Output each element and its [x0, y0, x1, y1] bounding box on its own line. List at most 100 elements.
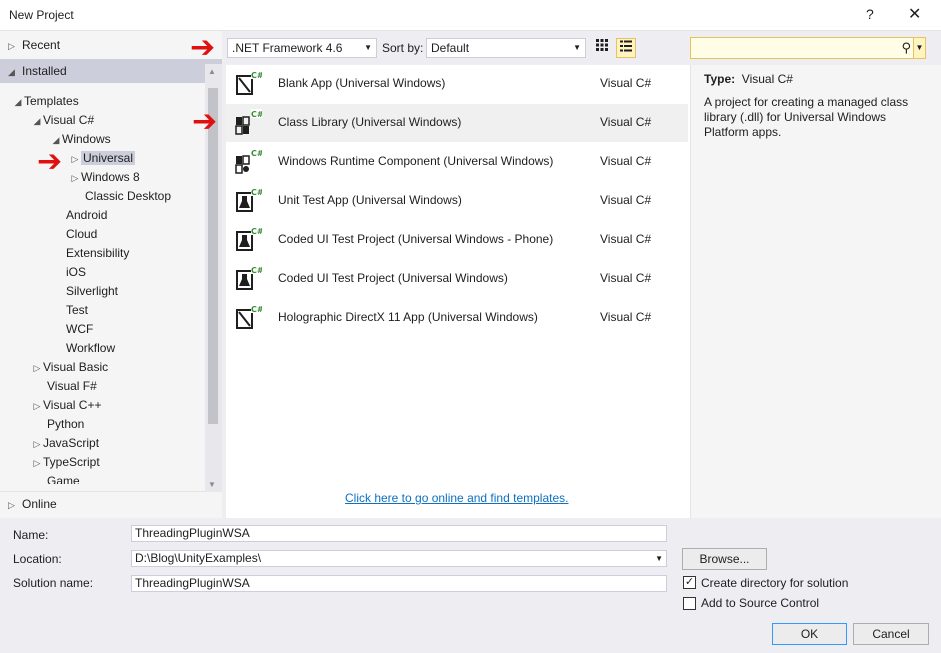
blank-app-icon: C#	[234, 304, 264, 332]
template-list: C# Blank App (Universal Windows) Visual C#…	[226, 65, 690, 518]
tree-classic-desktop[interactable]: Classic Desktop	[85, 187, 171, 206]
search-icon[interactable]: ⚲	[901, 40, 911, 56]
project-settings-form: Name: ThreadingPluginWSA Location: D:\Bl…	[0, 518, 941, 653]
tree-item[interactable]: WCF	[66, 320, 93, 339]
template-description-pane: Type: Visual C# A project for creating a…	[690, 65, 941, 518]
template-row[interactable]: C# Class Library (Universal Windows) Visua…	[226, 104, 688, 142]
template-row[interactable]: C# Unit Test App (Universal Windows) Visua…	[226, 182, 688, 220]
framework-dropdown[interactable]: .NET Framework 4.6 ▼	[227, 38, 377, 58]
svg-text:C#: C#	[251, 188, 262, 197]
tree-item[interactable]: iOS	[66, 263, 86, 282]
expand-arrow-icon[interactable]: ▷	[69, 169, 81, 188]
ok-button[interactable]: OK	[772, 623, 847, 645]
tree-item[interactable]: Silverlight	[66, 282, 118, 301]
solution-name-label: Solution name:	[13, 576, 94, 590]
tree-item[interactable]: Test	[66, 301, 88, 320]
template-type: Type: Visual C#	[704, 72, 793, 86]
tree-recent-label: Recent	[22, 38, 61, 52]
expand-arrow-icon[interactable]: ▷	[69, 150, 81, 169]
collapse-arrow-icon[interactable]: ◢	[8, 60, 22, 84]
tree-python[interactable]: Python	[47, 415, 84, 434]
location-field[interactable]: D:\Blog\UnityExamples\ ▼	[131, 550, 667, 567]
template-language: Visual C#	[600, 310, 652, 324]
expand-arrow-icon[interactable]: ▷	[31, 397, 43, 416]
tree-installed[interactable]: ◢ Installed	[0, 59, 222, 83]
create-directory-checkbox[interactable]: ✓	[683, 576, 696, 589]
tree-item[interactable]: Workflow	[66, 339, 115, 358]
template-name: Holographic DirectX 11 App (Universal Wi…	[278, 310, 538, 324]
svg-text:C#: C#	[251, 110, 262, 119]
tree-item[interactable]: Extensibility	[66, 244, 129, 263]
tree-windows8[interactable]: ▷ Windows 8	[69, 168, 140, 187]
template-language: Visual C#	[600, 232, 652, 246]
template-row[interactable]: C# Windows Runtime Component (Universal W…	[226, 143, 688, 181]
tree-online[interactable]: ▷ Online	[0, 491, 222, 515]
template-row[interactable]: C# Holographic DirectX 11 App (Universal …	[226, 299, 688, 337]
template-row[interactable]: C# Coded UI Test Project (Universal Windo…	[226, 260, 688, 298]
scroll-down-icon[interactable]: ▼	[208, 480, 216, 489]
project-name-field[interactable]: ThreadingPluginWSA	[131, 525, 667, 542]
template-row[interactable]: C# Blank App (Universal Windows) Visual C#	[226, 65, 688, 103]
small-icons-view-button[interactable]	[592, 38, 612, 58]
cancel-button[interactable]: Cancel	[853, 623, 929, 645]
svg-text:C#: C#	[251, 266, 262, 275]
location-label: Location:	[13, 552, 62, 566]
tree-visual-basic[interactable]: ▷ Visual Basic	[31, 358, 109, 378]
list-view-button[interactable]	[616, 38, 636, 58]
template-row[interactable]: C# Coded UI Test Project (Universal Windo…	[226, 221, 688, 259]
solution-name-field[interactable]: ThreadingPluginWSA	[131, 575, 667, 592]
blank-app-icon: C#	[234, 70, 264, 98]
list-view-icon	[620, 40, 632, 52]
template-name: Coded UI Test Project (Universal Windows…	[278, 232, 554, 246]
template-language: Visual C#	[600, 154, 652, 168]
tree-templates-label: Templates	[24, 94, 79, 108]
scroll-thumb[interactable]	[208, 88, 218, 424]
tree-universal[interactable]: ▷ Universal	[69, 149, 136, 169]
tree-typescript[interactable]: ▷ TypeScript	[31, 453, 100, 472]
scroll-up-icon[interactable]: ▲	[208, 67, 216, 76]
search-templates-input[interactable]: ⚲ ▼	[690, 37, 926, 59]
search-options-dropdown[interactable]: ▼	[913, 38, 925, 58]
template-description: A project for creating a managed class l…	[704, 95, 909, 139]
collapse-arrow-icon[interactable]: ◢	[31, 112, 43, 131]
tree-visual-fsharp[interactable]: Visual F#	[47, 377, 97, 396]
template-toolbar: .NET Framework 4.6 ▼ Sort by: Default ▼ …	[222, 31, 941, 65]
tree-item[interactable]: Cloud	[66, 225, 97, 244]
name-label: Name:	[13, 528, 49, 542]
expand-arrow-icon[interactable]: ▷	[31, 435, 43, 454]
tree-online-label: Online	[22, 497, 57, 511]
create-directory-label[interactable]: Create directory for solution	[701, 576, 848, 590]
svg-text:C#: C#	[251, 227, 262, 236]
tree-visual-cpp[interactable]: ▷ Visual C++	[31, 396, 102, 416]
sort-dropdown[interactable]: Default ▼	[426, 38, 586, 58]
source-control-label[interactable]: Add to Source Control	[701, 596, 819, 610]
tree-game[interactable]: Game	[47, 472, 80, 484]
template-name: Windows Runtime Component (Universal Win…	[278, 154, 554, 168]
help-button[interactable]: ?	[866, 6, 874, 22]
expand-arrow-icon[interactable]: ▷	[8, 493, 22, 517]
class-library-icon: C#	[234, 109, 264, 137]
close-button[interactable]: ✕	[908, 4, 921, 24]
tree-visual-csharp[interactable]: ◢ Visual C#	[31, 111, 95, 131]
annotation-arrow-icon: ➔	[37, 145, 63, 178]
tree-templates[interactable]: ◢ Templates	[12, 92, 79, 111]
tree-visual-basic-label: Visual Basic	[43, 360, 109, 374]
source-control-checkbox[interactable]	[683, 597, 696, 610]
template-language: Visual C#	[600, 76, 652, 90]
tree-installed-label: Installed	[22, 64, 67, 78]
tree-windows-label: Windows	[62, 132, 111, 146]
svg-text:C#: C#	[251, 71, 262, 80]
expand-arrow-icon[interactable]: ▷	[8, 34, 22, 58]
svg-text:C#: C#	[251, 149, 262, 158]
expand-arrow-icon[interactable]: ▷	[31, 359, 43, 378]
online-templates-link[interactable]: Click here to go online and find templat…	[345, 491, 568, 505]
tree-item[interactable]: Android	[66, 206, 107, 225]
tree-recent[interactable]: ▷ Recent	[0, 33, 222, 57]
browse-button[interactable]: Browse...	[682, 548, 767, 570]
title-bar: New Project ? ✕	[0, 0, 941, 31]
expand-arrow-icon[interactable]: ▷	[31, 454, 43, 473]
runtime-component-icon: C#	[234, 148, 264, 176]
collapse-arrow-icon[interactable]: ◢	[12, 93, 24, 112]
tree-javascript[interactable]: ▷ JavaScript	[31, 434, 100, 454]
chevron-down-icon[interactable]: ▼	[655, 551, 663, 566]
